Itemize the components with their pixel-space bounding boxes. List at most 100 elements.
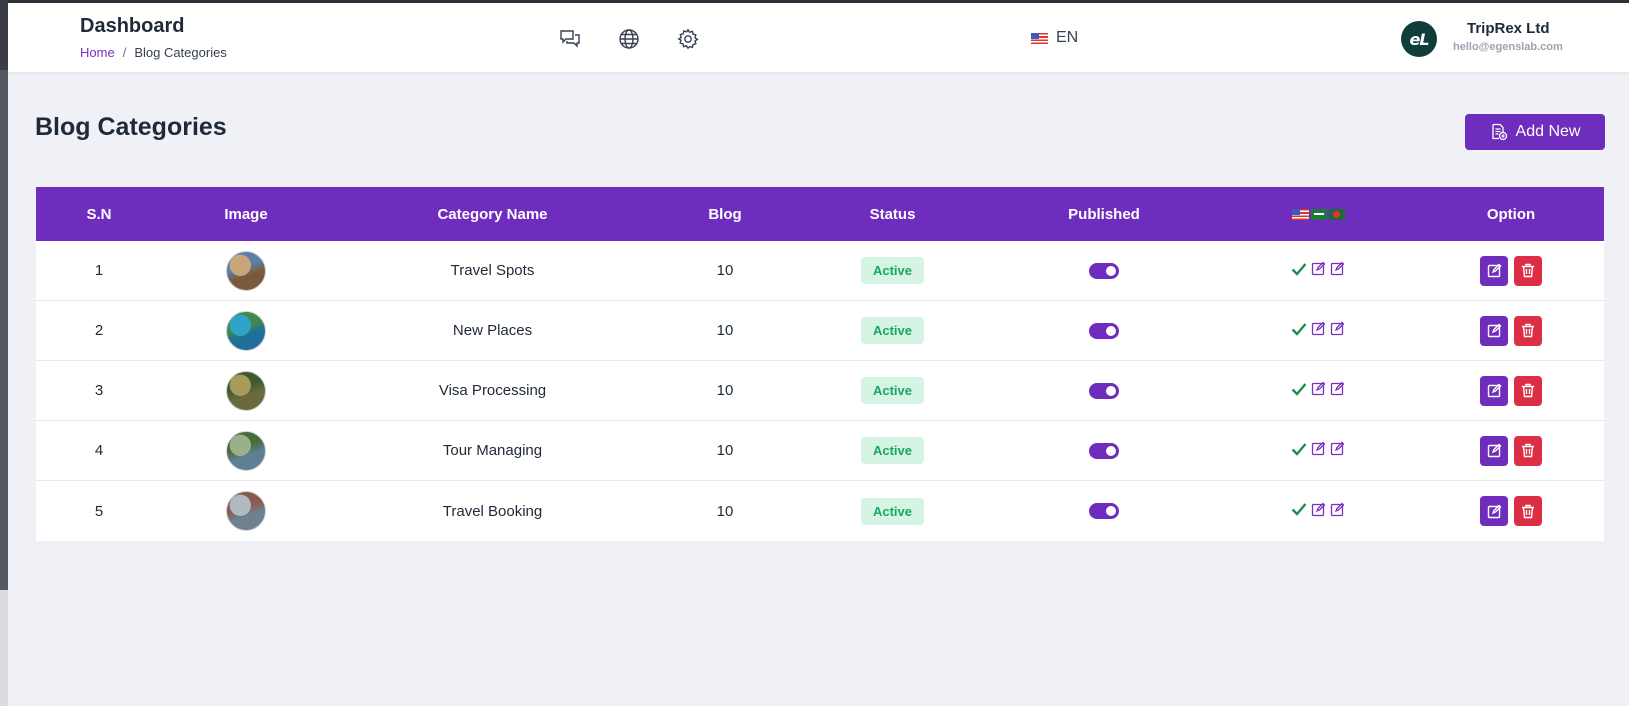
scrollbar-thumb[interactable] — [0, 590, 8, 706]
trash-icon — [1522, 323, 1534, 338]
language-selector[interactable]: EN — [1031, 29, 1078, 47]
chat-icon[interactable] — [558, 27, 582, 51]
cell-category-name: Tour Managing — [442, 442, 543, 459]
status-badge: Active — [860, 317, 925, 344]
cell-option — [1418, 375, 1604, 406]
gear-icon[interactable] — [676, 27, 700, 51]
avatar[interactable]: eL — [1401, 21, 1437, 57]
scrollbar[interactable] — [0, 0, 8, 706]
edit-icon — [1487, 383, 1501, 398]
category-thumbnail — [226, 310, 266, 351]
breadcrumb-separator: / — [122, 45, 127, 60]
column-header-image: Image — [224, 205, 268, 223]
cell-languages — [1218, 321, 1418, 340]
check-icon — [1291, 322, 1307, 340]
user-email: hello@egenslab.com — [1453, 41, 1563, 53]
cell-blog-count: 10 — [716, 322, 734, 339]
company-name: TripRex Ltd — [1467, 20, 1550, 37]
cell-blog-count: 10 — [716, 382, 734, 399]
edit-button[interactable] — [1480, 375, 1508, 406]
edit-translation-sa-icon[interactable] — [1311, 381, 1326, 400]
column-header-blog: Blog — [708, 205, 742, 223]
cell-sn: 2 — [94, 322, 104, 339]
published-toggle[interactable] — [1089, 262, 1119, 279]
delete-button[interactable] — [1514, 255, 1542, 286]
edit-translation-bd-icon[interactable] — [1330, 441, 1345, 460]
status-badge: Active — [860, 497, 925, 525]
trash-icon — [1522, 263, 1534, 278]
edit-icon — [1487, 504, 1501, 518]
column-header-published: Published — [1068, 205, 1140, 223]
cell-published — [990, 322, 1218, 339]
table-row: 5 Travel Booking 10 Active — [36, 481, 1604, 541]
cell-status: Active — [795, 437, 990, 464]
cell-status: Active — [795, 317, 990, 344]
cell-option — [1418, 315, 1604, 346]
cell-category-name: Visa Processing — [438, 382, 547, 399]
table-row: 3 Visa Processing 10 Active — [36, 361, 1604, 421]
check-icon — [1291, 502, 1307, 520]
cell-sn: 1 — [94, 262, 104, 279]
top-header: Dashboard Home / Blog Categories EN eL T… — [8, 3, 1629, 73]
edit-translation-bd-icon[interactable] — [1330, 381, 1345, 400]
delete-button[interactable] — [1514, 435, 1542, 466]
cell-published — [990, 382, 1218, 399]
category-thumbnail — [226, 250, 266, 291]
edit-translation-sa-icon[interactable] — [1311, 441, 1326, 460]
delete-button[interactable] — [1514, 375, 1542, 406]
edit-translation-bd-icon[interactable] — [1330, 261, 1345, 280]
cell-blog-count: 10 — [716, 442, 734, 459]
category-thumbnail — [226, 370, 266, 411]
table-row: 1 Travel Spots 10 Active — [36, 241, 1604, 301]
check-icon — [1291, 382, 1307, 400]
delete-button[interactable] — [1514, 315, 1542, 346]
cell-languages — [1218, 441, 1418, 460]
column-header-category-name: Category Name — [437, 205, 548, 223]
globe-icon[interactable] — [617, 27, 641, 51]
cell-status: Active — [795, 377, 990, 404]
edit-button[interactable] — [1480, 496, 1508, 526]
trash-icon — [1522, 443, 1534, 458]
cell-option — [1418, 435, 1604, 466]
breadcrumb-current: Blog Categories — [134, 45, 227, 60]
cell-status: Active — [795, 257, 990, 284]
published-toggle[interactable] — [1089, 382, 1119, 399]
edit-icon — [1487, 443, 1501, 458]
edit-translation-bd-icon[interactable] — [1330, 321, 1345, 340]
trash-icon — [1522, 504, 1534, 518]
bd-flag-icon — [1328, 208, 1345, 220]
delete-button[interactable] — [1514, 496, 1542, 526]
column-header-sn: S.N — [86, 205, 112, 223]
add-new-button[interactable]: Add New — [1465, 114, 1605, 150]
cell-published — [990, 442, 1218, 459]
table-body: 1 Travel Spots 10 Active 2 New Places 10… — [36, 241, 1604, 541]
column-header-status: Status — [869, 205, 916, 223]
sa-flag-icon — [1310, 208, 1327, 220]
published-toggle[interactable] — [1089, 442, 1119, 459]
check-icon — [1291, 262, 1307, 280]
add-document-icon — [1491, 123, 1507, 141]
cell-published — [990, 503, 1218, 519]
status-badge: Active — [860, 377, 925, 404]
published-toggle[interactable] — [1089, 322, 1119, 339]
cell-image — [162, 250, 330, 291]
edit-translation-sa-icon[interactable] — [1311, 502, 1326, 521]
edit-button[interactable] — [1480, 255, 1508, 286]
edit-button[interactable] — [1480, 435, 1508, 466]
published-toggle[interactable] — [1089, 503, 1119, 519]
header-title: Dashboard — [80, 15, 185, 37]
status-badge: Active — [860, 257, 925, 284]
table-row: 2 New Places 10 Active — [36, 301, 1604, 361]
cell-option — [1418, 496, 1604, 526]
breadcrumb-home-link[interactable]: Home — [80, 45, 115, 60]
page-title: Blog Categories — [35, 113, 227, 141]
edit-button[interactable] — [1480, 315, 1508, 346]
edit-translation-sa-icon[interactable] — [1311, 321, 1326, 340]
edit-translation-sa-icon[interactable] — [1311, 261, 1326, 280]
add-new-label: Add New — [1515, 123, 1581, 140]
scrollbar-track — [0, 70, 8, 590]
table-row: 4 Tour Managing 10 Active — [36, 421, 1604, 481]
category-thumbnail — [226, 491, 266, 531]
edit-translation-bd-icon[interactable] — [1330, 502, 1345, 521]
cell-image — [162, 370, 330, 411]
